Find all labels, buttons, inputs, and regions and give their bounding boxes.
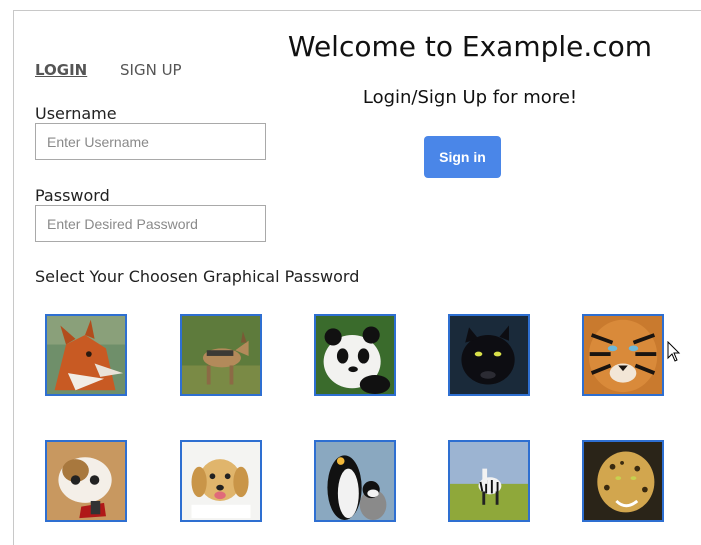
- jackal-icon: [182, 316, 260, 394]
- tab-signup[interactable]: SIGN UP: [120, 61, 182, 79]
- zebra-image[interactable]: [448, 440, 530, 522]
- username-label: Username: [35, 104, 117, 123]
- username-input[interactable]: [35, 123, 266, 160]
- fox-image[interactable]: [45, 314, 127, 396]
- leopard-image[interactable]: [582, 440, 664, 522]
- jackal-image[interactable]: [180, 314, 262, 396]
- graphical-password-label: Select Your Choosen Graphical Password: [35, 267, 360, 286]
- tab-login[interactable]: LOGIN: [35, 61, 87, 79]
- leopard-icon: [584, 442, 662, 520]
- zebra-icon: [450, 442, 528, 520]
- password-input[interactable]: [35, 205, 266, 242]
- sign-in-button[interactable]: Sign in: [424, 136, 501, 178]
- black-panther-image[interactable]: [448, 314, 530, 396]
- page-title: Welcome to Example.com: [287, 30, 653, 63]
- tiger-icon: [584, 316, 662, 394]
- puppy-icon: [182, 442, 260, 520]
- page-subtitle: Login/Sign Up for more!: [362, 87, 578, 108]
- penguins-image[interactable]: [314, 440, 396, 522]
- cat-image[interactable]: [45, 440, 127, 522]
- auth-tabs: LOGIN SIGN UP: [35, 61, 210, 79]
- mouse-cursor-icon: [667, 341, 681, 362]
- puppy-image[interactable]: [180, 440, 262, 522]
- panther-icon: [450, 316, 528, 394]
- tiger-image[interactable]: [582, 314, 664, 396]
- panda-icon: [316, 316, 394, 394]
- penguin-icon: [316, 442, 394, 520]
- fox-icon: [47, 316, 125, 394]
- password-label: Password: [35, 186, 110, 205]
- cat-icon: [47, 442, 125, 520]
- panda-image[interactable]: [314, 314, 396, 396]
- login-page: LOGIN SIGN UP Username Password Select Y…: [0, 0, 701, 545]
